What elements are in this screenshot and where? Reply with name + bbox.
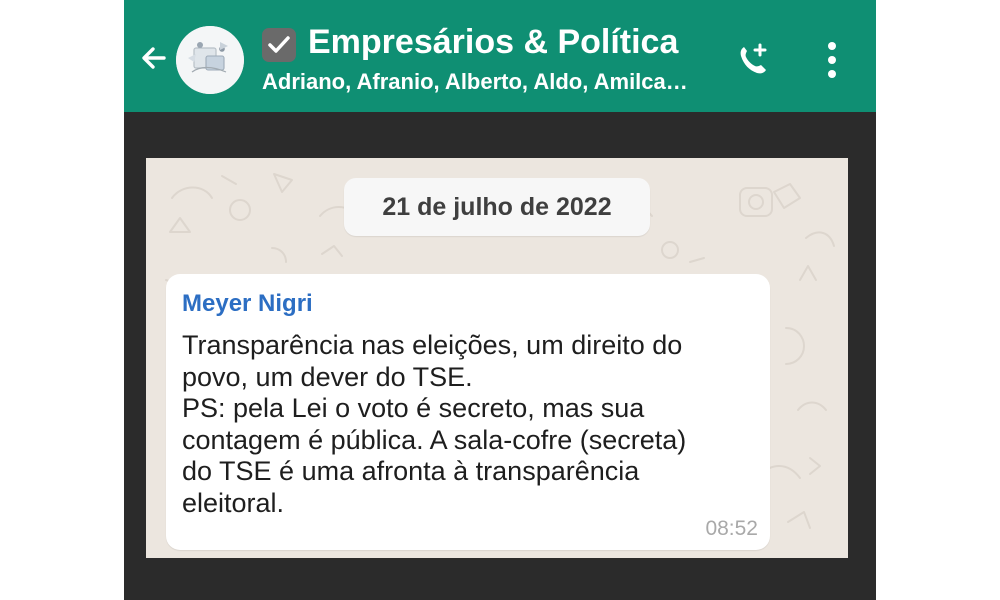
group-info[interactable]: Empresários & Política Adriano, Afranio,… [262,16,722,106]
message-time: 08:52 [705,517,758,540]
date-label: 21 de julho de 2022 [382,193,612,221]
group-title: Empresários & Política [308,23,679,61]
checkmark-box-icon [262,28,296,62]
group-members: Adriano, Afranio, Alberto, Aldo, Amilca… [262,69,688,94]
more-options-icon[interactable] [826,42,838,78]
chat-header: Empresários & Política Adriano, Afranio,… [124,0,876,112]
date-chip: 21 de julho de 2022 [344,178,650,236]
message-sender: Meyer Nigri [182,290,313,317]
phone-plus-icon[interactable] [734,40,772,78]
message-bubble[interactable]: Meyer Nigri Transparência nas eleições, … [166,274,770,550]
chat-area: 21 de julho de 2022 Meyer Nigri Transpar… [146,158,848,558]
whatsapp-phone-screen: Empresários & Política Adriano, Afranio,… [124,0,876,600]
group-avatar[interactable] [176,26,244,94]
back-arrow-icon[interactable] [136,40,172,76]
message-text: Transparência nas eleições, um direito d… [182,330,687,518]
